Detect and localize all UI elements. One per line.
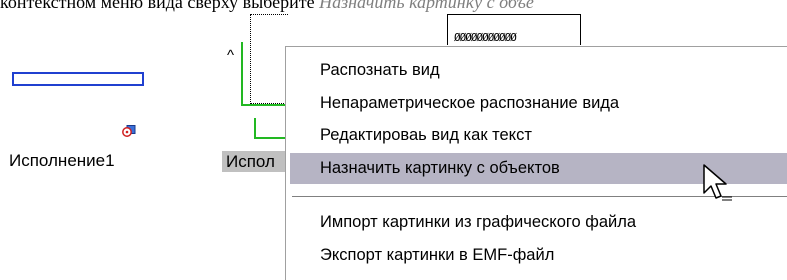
green-axis-line bbox=[254, 137, 287, 139]
menu-item-nonparametric-recognition[interactable]: Непараметрическое распознание вида bbox=[290, 88, 787, 119]
menu-item-label: Редактироваь вид как текст bbox=[320, 126, 532, 144]
view-frame-rectangle[interactable] bbox=[12, 72, 144, 86]
arrow-cursor-icon bbox=[703, 164, 732, 201]
hatched-view-fragment: ØØØØØØØØØØØ bbox=[447, 14, 581, 45]
caption-text: контекстном меню вида сверху выберите bbox=[0, 0, 320, 12]
menu-item-recognize-view[interactable]: Распознать вид bbox=[290, 55, 787, 86]
menu-item-edit-view-as-text[interactable]: Редактироваь вид как текст bbox=[290, 120, 787, 151]
menu-item-export-picture-emf[interactable]: Экспорт картинки в EMF-файл bbox=[290, 240, 787, 271]
instruction-caption: контекстном меню вида сверху выберите На… bbox=[0, 0, 534, 13]
view-link-icon bbox=[122, 125, 136, 137]
menu-item-label: Назначить картинку с объектов bbox=[320, 159, 560, 177]
view-dotted-outline bbox=[250, 14, 288, 104]
menu-item-import-picture[interactable]: Импорт картинки из графического файла bbox=[290, 207, 787, 238]
menu-item-label: Распознать вид bbox=[320, 61, 440, 79]
view-label-left[interactable]: Исполнение1 bbox=[9, 151, 115, 171]
green-axis-line bbox=[241, 42, 243, 106]
green-axis-line bbox=[241, 104, 287, 106]
menu-item-label: Экспорт картинки в EMF-файл bbox=[320, 246, 555, 264]
caret-mark: ^ bbox=[227, 47, 235, 64]
menu-item-label: Непараметрическое распознание вида bbox=[320, 94, 620, 112]
caption-highlight: Назначить картинку с объе bbox=[319, 0, 534, 12]
green-axis-line bbox=[254, 118, 256, 138]
menu-item-label: Импорт картинки из графического файла bbox=[320, 213, 637, 231]
